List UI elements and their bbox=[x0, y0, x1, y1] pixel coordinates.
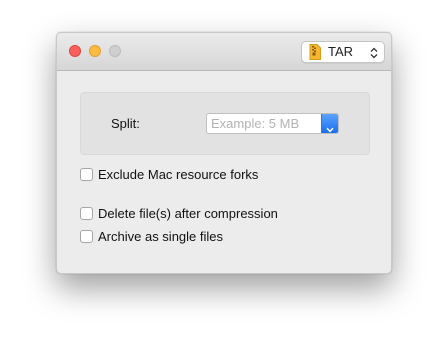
split-size-combobox[interactable] bbox=[206, 113, 339, 134]
split-label: Split: bbox=[111, 116, 140, 131]
title-bar: TAR bbox=[57, 33, 391, 71]
exclude-resource-forks-checkbox[interactable] bbox=[80, 168, 93, 181]
archive-options-window: TAR Split: Exclude Mac resourc bbox=[56, 32, 392, 274]
split-size-input[interactable] bbox=[207, 114, 321, 133]
archive-zip-icon bbox=[309, 44, 321, 60]
archive-single-files-label[interactable]: Archive as single files bbox=[98, 229, 223, 245]
close-window-button[interactable] bbox=[69, 45, 81, 57]
zoom-window-button bbox=[109, 45, 121, 57]
archive-single-files-checkbox[interactable] bbox=[80, 230, 93, 243]
exclude-resource-forks-label[interactable]: Exclude Mac resource forks bbox=[98, 167, 258, 183]
chevron-down-icon bbox=[326, 120, 334, 133]
delete-after-compression-label[interactable]: Delete file(s) after compression bbox=[98, 206, 278, 222]
archive-format-popup[interactable]: TAR bbox=[301, 41, 385, 63]
minimize-window-button[interactable] bbox=[89, 45, 101, 57]
archive-format-label: TAR bbox=[328, 44, 354, 59]
split-group: Split: bbox=[80, 92, 370, 155]
up-down-chevron-icon bbox=[370, 46, 378, 59]
split-size-dropdown-button[interactable] bbox=[321, 114, 338, 133]
delete-after-compression-checkbox[interactable] bbox=[80, 207, 93, 220]
